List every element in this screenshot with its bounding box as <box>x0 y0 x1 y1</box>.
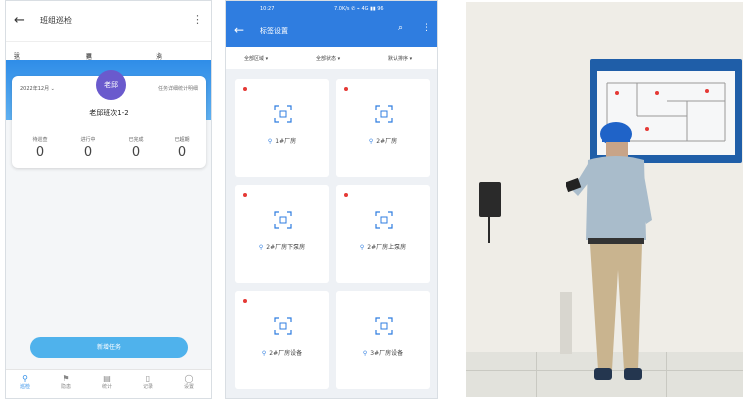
add-task-button[interactable]: 新增任务 <box>30 337 188 358</box>
stat-value: 0 <box>83 145 93 160</box>
location-label: 2#厂房 <box>376 138 398 145</box>
stat-label: 待巡查 <box>32 137 48 143</box>
tab-label: 统计 <box>101 384 112 390</box>
file-icon: ▯ <box>145 374 151 383</box>
back-icon[interactable]: ← <box>14 13 25 28</box>
app-header: 10:27 7.0K/s ✆ ⌁ 4G ▮▮ 96 ← 标签设置 ⌕ ⋮ <box>226 1 437 47</box>
nfc-tag-icon <box>274 211 292 229</box>
page-title: 标签设置 <box>260 27 288 35</box>
stat-value: 0 <box>177 145 187 160</box>
stat-overdue[interactable]: 已超期 0 <box>164 136 200 160</box>
tag-location: ⚲ 3#厂房设备 <box>336 348 430 357</box>
location-icon: ⚲ <box>362 350 368 357</box>
inspector-person <box>566 122 652 380</box>
location-label: 2#厂房设备 <box>269 350 303 357</box>
tag-location: ⚲ 2#厂房 <box>336 136 430 145</box>
floor-tile-line <box>666 352 667 397</box>
stat-in-progress[interactable]: 进行中 0 <box>70 136 106 160</box>
stat-label: 已超期 <box>174 137 190 143</box>
inspection-photo <box>466 2 743 397</box>
tab-hazard[interactable]: ⚑ 隐患 <box>51 374 81 390</box>
stat-label: 已完成 <box>128 137 144 143</box>
tab-label: 记录 <box>142 384 153 390</box>
tag-location: ⚲ 2#厂房设备 <box>235 348 329 357</box>
tab-label: 隐患 <box>60 384 71 390</box>
location-label: 3#厂房设备 <box>370 350 404 357</box>
tag-location: ⚲ 1#厂房 <box>235 136 329 145</box>
location-label: 1#厂房 <box>275 138 297 145</box>
user-icon: ◯ <box>184 374 194 383</box>
unread-dot <box>344 193 348 197</box>
search-icon[interactable]: ⌕ <box>398 23 403 33</box>
location-label: 2#厂房上泵房 <box>367 244 407 251</box>
stat-value: 0 <box>131 145 141 160</box>
bottom-tab-bar: ⚲ 巡检 ⚑ 隐患 ▤ 统计 ▯ 记录 ◯ 设置 <box>6 369 211 398</box>
month-picker[interactable]: 2022年12月 ⌄ <box>20 85 55 92</box>
status-indicators: 7.0K/s ✆ ⌁ 4G ▮▮ 96 <box>334 6 384 12</box>
team-summary-card: 老邱 2022年12月 ⌄ 任务详细统计明细 老邱班次1-2 待巡查 0 进行中… <box>12 70 206 168</box>
tag-card[interactable]: ⚲ 2#厂房上泵房 <box>336 185 430 283</box>
wall-telephone <box>479 182 501 217</box>
more-icon[interactable]: ⋮ <box>422 23 431 33</box>
tab-settings[interactable]: ◯ 设置 <box>174 374 204 390</box>
tab-statistics[interactable]: ▤ 统计 <box>92 374 122 390</box>
location-label: 2#厂房下泵房 <box>266 244 306 251</box>
status-time: 10:27 <box>260 6 275 12</box>
more-icon[interactable]: ⋮ <box>192 13 203 26</box>
nfc-tag-icon <box>375 105 393 123</box>
tag-settings-screen: 10:27 7.0K/s ✆ ⌁ 4G ▮▮ 96 ← 标签设置 ⌕ ⋮ 全部区… <box>225 0 438 399</box>
stat-completed[interactable]: 已完成 0 <box>118 136 154 160</box>
team-name: 老邱班次1-2 <box>89 109 129 117</box>
tag-location: ⚲ 2#厂房上泵房 <box>336 242 430 251</box>
unread-dot <box>243 87 247 91</box>
unread-dot <box>243 193 247 197</box>
location-icon: ⚲ <box>368 138 374 145</box>
stats-detail-link[interactable]: 任务详细统计明细 <box>158 85 198 92</box>
quick-menu: ☷ 巡检地址 ▦ 巡检任务 ♫ 消息提醒 <box>6 41 211 88</box>
tag-card[interactable]: ⚲ 2#厂房下泵房 <box>235 185 329 283</box>
avatar[interactable]: 老邱 <box>96 70 126 100</box>
location-icon: ⚲ <box>258 244 264 251</box>
telephone-cable <box>488 217 490 243</box>
tag-card[interactable]: ⚲ 2#厂房设备 <box>235 291 329 389</box>
stat-label: 进行中 <box>80 137 96 143</box>
location-icon: ⚲ <box>22 374 28 383</box>
location-icon: ⚲ <box>359 244 365 251</box>
nfc-tag-icon <box>274 317 292 335</box>
stat-value: 0 <box>35 145 45 160</box>
flag-icon: ⚑ <box>62 374 70 383</box>
nfc-tag-icon <box>274 105 292 123</box>
tab-label: 设置 <box>183 384 194 390</box>
location-icon: ⚲ <box>261 350 267 357</box>
stat-pending[interactable]: 待巡查 0 <box>22 136 58 160</box>
page-title: 班组巡检 <box>40 16 72 25</box>
filter-status-dropdown[interactable]: 全部状态 ▾ <box>316 55 340 62</box>
back-icon[interactable]: ← <box>234 23 244 37</box>
unread-dot <box>344 87 348 91</box>
unread-dot <box>243 299 247 303</box>
tag-card[interactable]: ⚲ 2#厂房 <box>336 79 430 177</box>
tab-patrol[interactable]: ⚲ 巡检 <box>10 374 40 390</box>
filter-area-dropdown[interactable]: 全部区域 ▾ <box>244 55 268 62</box>
filter-bar: 全部区域 ▾ 全部状态 ▾ 默认排序 ▾ <box>226 47 437 69</box>
tab-label: 巡检 <box>19 384 30 390</box>
app-header: ← 班组巡检 ⋮ <box>6 1 211 41</box>
tag-location: ⚲ 2#厂房下泵房 <box>235 242 329 251</box>
floor-tile-line <box>536 352 537 397</box>
chart-icon: ▤ <box>103 374 111 383</box>
patrol-app-screen: ← 班组巡检 ⋮ ☷ 巡检地址 ▦ 巡检任务 ♫ 消息提醒 老邱 2022年12… <box>5 0 212 399</box>
tag-card[interactable]: ⚲ 3#厂房设备 <box>336 291 430 389</box>
nfc-tag-icon <box>375 211 393 229</box>
location-icon: ⚲ <box>267 138 273 145</box>
nfc-tag-icon <box>375 317 393 335</box>
tag-card[interactable]: ⚲ 1#厂房 <box>235 79 329 177</box>
filter-sort-dropdown[interactable]: 默认排序 ▾ <box>388 55 412 62</box>
tab-records[interactable]: ▯ 记录 <box>133 374 163 390</box>
